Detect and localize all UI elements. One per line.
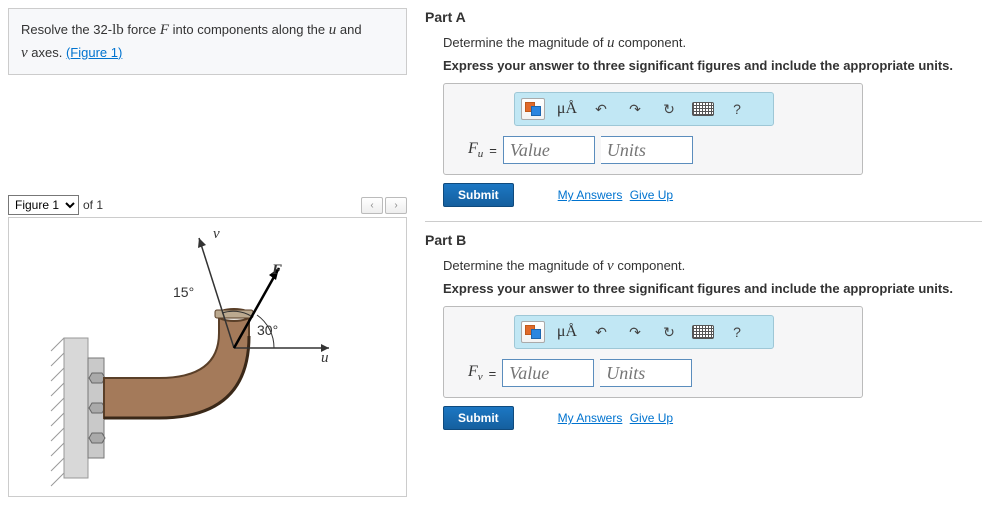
force-vector-label: F — [272, 262, 282, 279]
part-b-submit-button[interactable]: Submit — [443, 406, 514, 430]
part-b-units-input[interactable] — [600, 359, 692, 387]
figure-prev-button[interactable]: ‹ — [361, 197, 383, 214]
part-a-my-answers-link[interactable]: My Answers — [558, 188, 623, 202]
v-axis-label: v — [213, 226, 220, 243]
figure-link[interactable]: (Figure 1) — [66, 45, 122, 60]
part-a-equation: Fu = — [468, 136, 852, 164]
part-b-equation: Fv = — [468, 359, 852, 387]
part-a-title: Part A — [425, 9, 982, 25]
part-a-answer-links: My Answers Give Up — [554, 188, 673, 202]
force-symbol: F — [160, 22, 169, 38]
template-icon[interactable] — [521, 320, 545, 344]
problem-text: Resolve the 32- — [21, 22, 112, 37]
part-a-give-up-link[interactable]: Give Up — [630, 188, 673, 202]
part-a-units-input[interactable] — [601, 136, 693, 164]
part-a-submit-button[interactable]: Submit — [443, 183, 514, 207]
help-icon[interactable]: ? — [725, 97, 749, 121]
part-b-title: Part B — [425, 232, 982, 248]
figure-illustration — [9, 218, 404, 496]
figure-next-button[interactable]: › — [385, 197, 407, 214]
divider — [425, 221, 982, 222]
u-axis-label: u — [321, 350, 329, 367]
part-b-value-input[interactable] — [502, 359, 594, 387]
angle-30-label: 30° — [257, 322, 278, 338]
redo-icon[interactable]: ↷ — [623, 320, 647, 344]
figure-select[interactable]: Figure 1 — [8, 195, 79, 215]
part-a-instruction-bold: Express your answer to three significant… — [443, 58, 982, 73]
part-b-answer-links: My Answers Give Up — [554, 411, 673, 425]
undo-icon[interactable]: ↶ — [589, 320, 613, 344]
template-icon[interactable] — [521, 97, 545, 121]
part-b-answer-box: μÅ ↶ ↷ ↻ ? Fv = — [443, 306, 863, 398]
part-a-toolbar: μÅ ↶ ↷ ↻ ? — [514, 92, 774, 126]
figure-canvas: v F u 15° 30° — [8, 217, 407, 497]
help-icon[interactable]: ? — [725, 320, 749, 344]
figure-of-text: of 1 — [83, 198, 103, 212]
undo-icon[interactable]: ↶ — [589, 97, 613, 121]
part-b-give-up-link[interactable]: Give Up — [630, 411, 673, 425]
part-a-symbol: Fu — [468, 140, 483, 160]
units-symbol-button[interactable]: μÅ — [555, 320, 579, 344]
part-b-instruction-bold: Express your answer to three significant… — [443, 281, 982, 296]
redo-icon[interactable]: ↷ — [623, 97, 647, 121]
problem-unit: lb — [112, 22, 124, 38]
part-a-value-input[interactable] — [503, 136, 595, 164]
angle-15-label: 15° — [173, 284, 194, 300]
reset-icon[interactable]: ↻ — [657, 97, 681, 121]
figure-navigation: Figure 1 of 1 ‹ › — [8, 195, 407, 215]
part-b-toolbar: μÅ ↶ ↷ ↻ ? — [514, 315, 774, 349]
part-b-symbol: Fv — [468, 363, 483, 383]
problem-statement: Resolve the 32-lb force F into component… — [8, 8, 407, 75]
part-b-my-answers-link[interactable]: My Answers — [558, 411, 623, 425]
part-a-answer-box: μÅ ↶ ↷ ↻ ? Fu = — [443, 83, 863, 175]
part-b-instruction: Determine the magnitude of v component. — [443, 258, 982, 275]
units-symbol-button[interactable]: μÅ — [555, 97, 579, 121]
part-a-instruction: Determine the magnitude of u component. — [443, 35, 982, 52]
reset-icon[interactable]: ↻ — [657, 320, 681, 344]
keyboard-icon[interactable] — [691, 97, 715, 121]
keyboard-icon[interactable] — [691, 320, 715, 344]
